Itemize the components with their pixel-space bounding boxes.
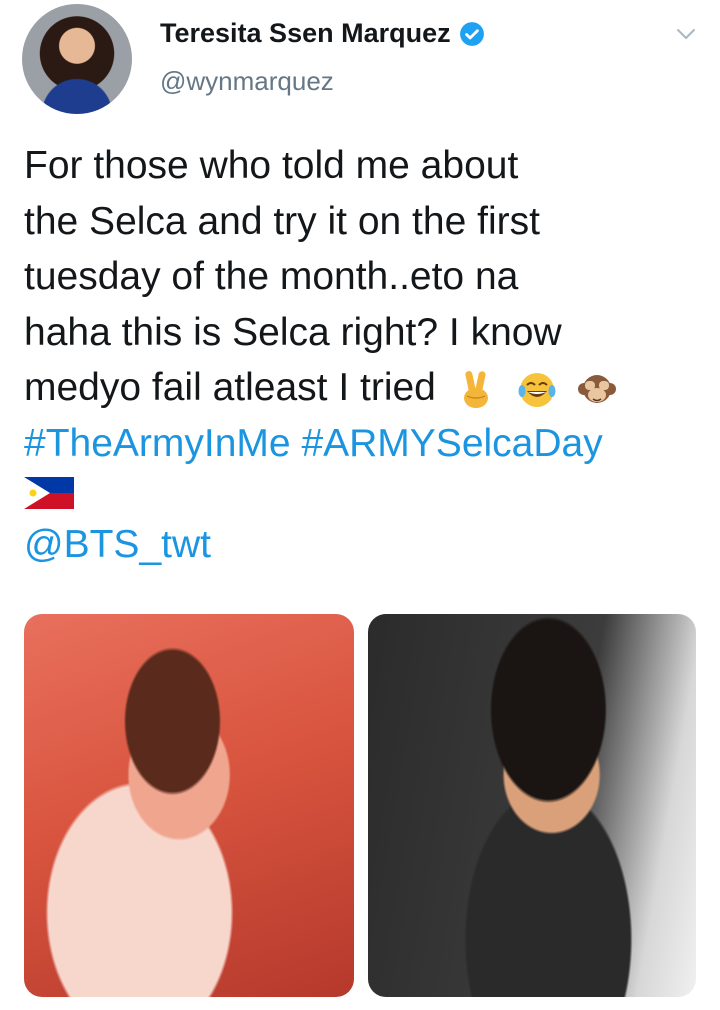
philippines-flag-icon bbox=[24, 477, 74, 509]
author-display-name[interactable]: Teresita Ssen Marquez bbox=[160, 18, 451, 49]
tweet-line-with-emojis: medyo fail atleast I tried bbox=[24, 360, 704, 416]
tears-of-joy-emoji-icon bbox=[518, 372, 556, 407]
tweet-line: haha this is Selca right? I know bbox=[24, 310, 562, 354]
tweet-line: tuesday of the month..eto na bbox=[24, 255, 519, 298]
mention-link[interactable]: @BTS_twt bbox=[24, 517, 704, 573]
author-name-row[interactable]: Teresita Ssen Marquez bbox=[160, 18, 485, 49]
tweet-photo-right[interactable] bbox=[368, 614, 696, 997]
tweet-text: For those who told me about the Selca an… bbox=[24, 138, 704, 573]
chevron-down-icon[interactable] bbox=[674, 22, 698, 46]
hashtag-link[interactable]: #ARMYSelcaDay bbox=[301, 422, 602, 465]
hashtag-line: #TheArmyInMe #ARMYSelcaDay bbox=[24, 416, 704, 472]
see-no-evil-monkey-emoji-icon bbox=[578, 374, 617, 403]
tweet-photo-left[interactable] bbox=[24, 614, 354, 997]
author-handle[interactable]: @wynmarquez bbox=[160, 66, 334, 97]
tweet-line: medyo fail atleast I tried bbox=[24, 366, 436, 409]
tweet-line: For those who told me about bbox=[24, 144, 519, 187]
verified-badge-icon bbox=[459, 21, 484, 46]
avatar[interactable] bbox=[22, 4, 132, 114]
victory-hand-emoji-icon bbox=[463, 370, 488, 408]
tweet-line: the Selca and try it on the first bbox=[24, 199, 540, 243]
hashtag-link[interactable]: #TheArmyInMe bbox=[24, 422, 291, 465]
